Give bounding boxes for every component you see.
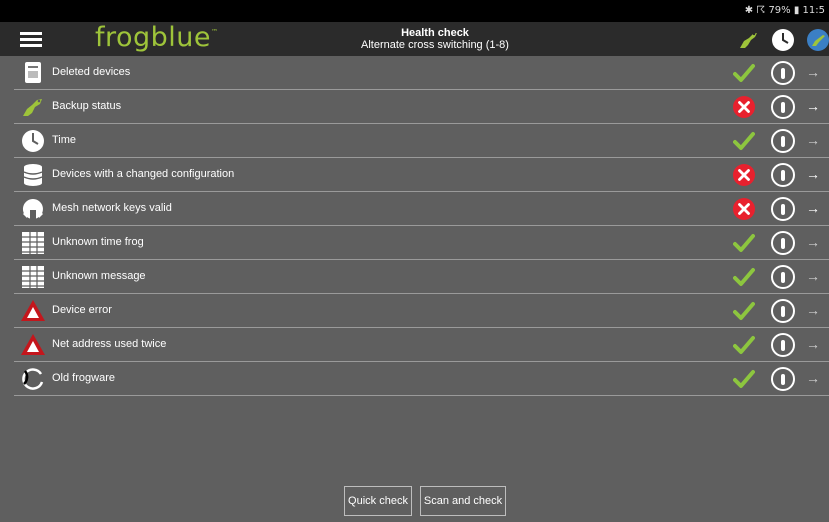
info-icon[interactable] [771,367,795,391]
status-bar-info: ✱ ☈ 79% ▮ 11:5 [744,5,825,16]
check-row[interactable]: Mesh network keys valid → [14,192,829,226]
arrow-right-icon[interactable]: → [806,65,820,79]
frog-icon[interactable] [737,28,761,52]
info-icon[interactable] [771,61,795,85]
quick-check-button[interactable]: Quick check [344,486,412,516]
clock-icon[interactable] [771,28,795,52]
info-icon[interactable] [771,333,795,357]
info-icon[interactable] [771,163,795,187]
check-row[interactable]: Net address used twice → [14,328,829,362]
menu-icon[interactable] [20,32,42,48]
warning-icon [20,298,46,324]
check-row[interactable]: Unknown time frog → [14,226,829,260]
refresh-icon [20,366,46,392]
error-icon [733,96,755,118]
check-ok-icon [733,334,755,356]
system-status-bar: ✱ ☈ 79% ▮ 11:5 [0,0,829,22]
check-label: Old frogware [52,372,115,384]
error-icon [733,198,755,220]
check-label: Unknown message [52,270,146,282]
app-bar: frogblue™ Health check Alternate cross s… [0,22,829,56]
globe-frog-icon[interactable] [806,28,829,52]
grid-icon [20,230,46,256]
check-ok-icon [733,130,755,152]
check-row[interactable]: Old frogware → [14,362,829,396]
check-row[interactable]: Device error → [14,294,829,328]
health-check-list: Deleted devices → Backup status → Time → Devic… [14,56,829,396]
check-row[interactable]: Unknown message → [14,260,829,294]
check-label: Deleted devices [52,66,131,78]
info-icon[interactable] [771,95,795,119]
check-label: Mesh network keys valid [52,202,172,214]
check-ok-icon [733,368,755,390]
page-title: Health check [401,27,469,39]
arrow-right-icon[interactable]: → [806,201,820,215]
scan-and-check-button[interactable]: Scan and check [420,486,506,516]
info-icon[interactable] [771,197,795,221]
database-icon [20,162,46,188]
network-icon [20,196,46,222]
arrow-right-icon[interactable]: → [806,99,820,113]
document-icon [20,60,46,86]
check-label: Backup status [52,100,122,112]
warning-icon [20,332,46,358]
check-label: Unknown time frog [52,236,144,248]
check-ok-icon [733,62,755,84]
grid-icon [20,264,46,290]
frog-icon [20,94,46,120]
arrow-right-icon[interactable]: → [806,303,820,317]
check-label: Time [52,134,77,146]
check-row[interactable]: Devices with a changed configuration → [14,158,829,192]
arrow-right-icon[interactable]: → [806,371,820,385]
info-icon[interactable] [771,231,795,255]
check-ok-icon [733,266,755,288]
check-label: Devices with a changed configuration [52,168,235,180]
frogblue-logo: frogblue™ [95,22,219,53]
info-icon[interactable] [771,129,795,153]
check-label: Device error [52,304,112,316]
arrow-right-icon[interactable]: → [806,133,820,147]
check-row[interactable]: Deleted devices → [14,56,829,90]
info-icon[interactable] [771,299,795,323]
check-row[interactable]: Backup status → [14,90,829,124]
check-row[interactable]: Time → [14,124,829,158]
check-ok-icon [733,232,755,254]
arrow-right-icon[interactable]: → [806,235,820,249]
arrow-right-icon[interactable]: → [806,167,820,181]
info-icon[interactable] [771,265,795,289]
arrow-right-icon[interactable]: → [806,337,820,351]
check-ok-icon [733,300,755,322]
error-icon [733,164,755,186]
check-label: Net address used twice [52,338,167,350]
arrow-right-icon[interactable]: → [806,269,820,283]
clock-icon [20,128,46,154]
page-title-block: Health check Alternate cross switching (… [310,27,560,52]
page-subtitle: Alternate cross switching (1-8) [361,39,509,51]
